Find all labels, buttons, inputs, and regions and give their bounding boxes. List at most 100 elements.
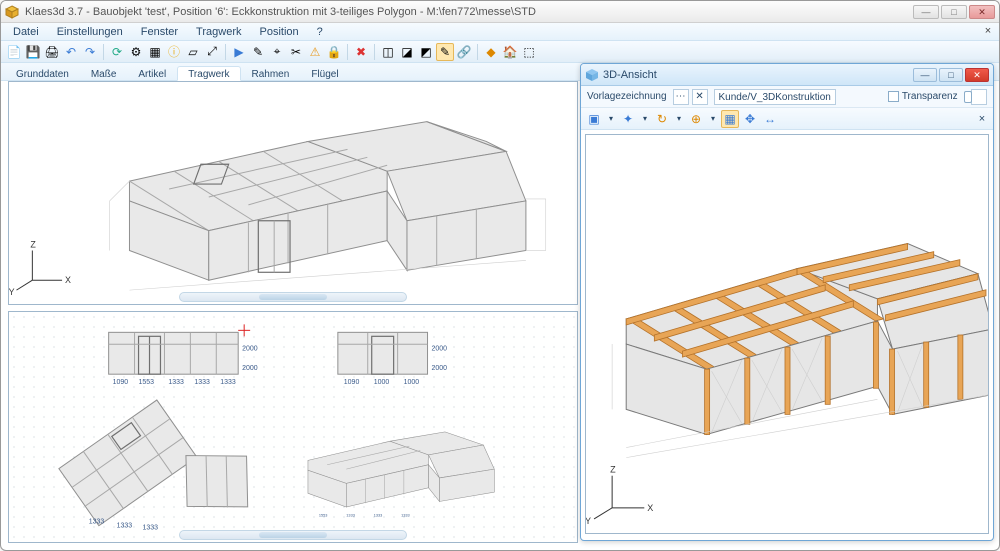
menu-tragwerk[interactable]: Tragwerk	[188, 25, 249, 39]
scrollbar-horizontal[interactable]	[179, 292, 406, 302]
tool-c-icon[interactable]: ✂	[287, 43, 305, 61]
panel-3d-title: 3D-Ansicht	[603, 69, 913, 81]
render-c-icon[interactable]: ⬚	[520, 43, 538, 61]
view-a-icon[interactable]: ◫	[379, 43, 397, 61]
tool-a-icon[interactable]: ✎	[249, 43, 267, 61]
layers-icon[interactable]: ▦	[146, 43, 164, 61]
viewport-isometric[interactable]: X Z Y	[8, 81, 578, 305]
svg-text:X: X	[65, 275, 71, 285]
svg-text:1333: 1333	[143, 525, 159, 532]
new-file-icon[interactable]: 📄	[5, 43, 23, 61]
svg-text:Z: Z	[30, 240, 36, 250]
transparenz-slider[interactable]	[964, 95, 965, 99]
panel-close-button[interactable]: ✕	[965, 68, 989, 82]
view-b-icon[interactable]: ◪	[398, 43, 416, 61]
rotate-icon[interactable]: ↻	[653, 110, 671, 128]
play-icon[interactable]: ▶	[230, 43, 248, 61]
cube-icon-dropdown[interactable]: ▾	[605, 110, 617, 128]
save-icon[interactable]: 💾	[24, 43, 42, 61]
svg-text:1000: 1000	[404, 379, 420, 386]
tab-rahmen[interactable]: Rahmen	[241, 66, 301, 80]
cube-icon	[585, 68, 599, 82]
transparenz-checkbox[interactable]: Transparenz	[888, 91, 958, 102]
panel-3d-titlebar[interactable]: 3D-Ansicht — □ ✕	[581, 64, 993, 86]
gear-icon[interactable]: ⚙	[127, 43, 145, 61]
render-a-icon[interactable]: ◆	[482, 43, 500, 61]
view-c-icon[interactable]: ◩	[417, 43, 435, 61]
window-title: Klaes3d 3.7 - Bauobjekt 'test', Position…	[25, 6, 913, 18]
menu-position[interactable]: Position	[251, 25, 306, 39]
panel-minimize-button[interactable]: —	[913, 68, 937, 82]
tool-b-icon[interactable]: ⌖	[268, 43, 286, 61]
svg-text:Y: Y	[586, 516, 591, 526]
pan-icon[interactable]: ↔	[761, 110, 779, 128]
orbit-icon-dropdown[interactable]: ▾	[707, 110, 719, 128]
menu-fenster[interactable]: Fenster	[133, 25, 186, 39]
main-titlebar: Klaes3d 3.7 - Bauobjekt 'test', Position…	[1, 1, 999, 23]
viewport-elevations[interactable]: 1090 1553 1333 1333 1333 2000 2000	[8, 311, 578, 543]
warn-icon[interactable]: ⚠	[306, 43, 324, 61]
svg-text:1553: 1553	[319, 513, 328, 517]
document-close-icon[interactable]: ×	[981, 25, 995, 39]
tab-maße[interactable]: Maße	[80, 66, 128, 80]
cube-icon[interactable]: ▣	[585, 110, 603, 128]
svg-text:Y: Y	[9, 287, 15, 297]
svg-text:1090: 1090	[113, 379, 129, 386]
link-icon[interactable]: 🔗	[455, 43, 473, 61]
svg-text:Z: Z	[610, 465, 616, 475]
menu-datei[interactable]: Datei	[5, 25, 47, 39]
menu-einstellungen[interactable]: Einstellungen	[49, 25, 131, 39]
svg-text:1090: 1090	[344, 379, 360, 386]
svg-text:1000: 1000	[374, 379, 390, 386]
svg-text:2000: 2000	[432, 345, 448, 352]
viewport-3d[interactable]: X Z Y	[585, 134, 989, 534]
rotate-icon-dropdown[interactable]: ▾	[673, 110, 685, 128]
grid-icon[interactable]: ▱	[184, 43, 202, 61]
delete-icon[interactable]: ✖	[352, 43, 370, 61]
svg-text:2000: 2000	[242, 345, 258, 352]
app-cube-icon	[5, 5, 19, 19]
main-toolbar: 📄💾🖨↶↷⟳⚙▦ⓘ▱⤢▶✎⌖✂⚠🔒✖◫◪◩✎🔗◆🏠⬚	[1, 41, 999, 63]
move-icon[interactable]: ✥	[741, 110, 759, 128]
scrollbar-horizontal[interactable]	[179, 530, 406, 540]
close-button[interactable]: ✕	[969, 5, 995, 19]
svg-text:1333: 1333	[220, 379, 236, 386]
svg-text:1333: 1333	[117, 523, 133, 530]
info-icon[interactable]: ⓘ	[165, 43, 183, 61]
toolbar-3d-close-icon[interactable]: ×	[975, 113, 989, 125]
view-icon[interactable]: ▦	[721, 110, 739, 128]
scale-icon[interactable]: ⤢	[203, 43, 221, 61]
print-icon[interactable]: 🖨	[43, 43, 61, 61]
svg-text:X: X	[647, 503, 653, 513]
svg-text:1333: 1333	[346, 513, 355, 517]
vorlage-browse-button[interactable]: ⋯	[673, 89, 689, 105]
slider-end-button[interactable]	[971, 89, 987, 105]
menu-help[interactable]: ?	[309, 25, 331, 39]
render-b-icon[interactable]: 🏠	[501, 43, 519, 61]
svg-text:1333: 1333	[401, 513, 410, 517]
svg-text:1333: 1333	[168, 379, 184, 386]
svg-text:1333: 1333	[194, 379, 210, 386]
svg-text:2000: 2000	[432, 365, 448, 372]
panel-3d-toolbar: ▣▾✦▾↻▾⊕▾▦✥↔×	[581, 108, 993, 130]
tab-tragwerk[interactable]: Tragwerk	[177, 66, 240, 81]
vorlage-field[interactable]: Kunde/V_3DKonstruktion	[714, 89, 836, 105]
orbit-icon[interactable]: ⊕	[687, 110, 705, 128]
svg-text:2000: 2000	[242, 365, 258, 372]
tab-flügel[interactable]: Flügel	[300, 66, 349, 80]
panel-3d-ansicht: 3D-Ansicht — □ ✕ Vorlagezeichnung ⋯ ✕ Ku…	[580, 63, 994, 541]
axis-icon-dropdown[interactable]: ▾	[639, 110, 651, 128]
redo-icon[interactable]: ↷	[81, 43, 99, 61]
tab-artikel[interactable]: Artikel	[127, 66, 177, 80]
tab-grunddaten[interactable]: Grunddaten	[5, 66, 80, 80]
vorlage-clear-button[interactable]: ✕	[692, 89, 708, 105]
lock-icon[interactable]: 🔒	[325, 43, 343, 61]
maximize-button[interactable]: □	[941, 5, 967, 19]
axis-icon[interactable]: ✦	[619, 110, 637, 128]
minimize-button[interactable]: —	[913, 5, 939, 19]
target-icon[interactable]: ✎	[436, 43, 454, 61]
panel-maximize-button[interactable]: □	[939, 68, 963, 82]
panel-3d-options: Vorlagezeichnung ⋯ ✕ Kunde/V_3DKonstrukt…	[581, 86, 993, 108]
undo-icon[interactable]: ↶	[62, 43, 80, 61]
refresh-icon[interactable]: ⟳	[108, 43, 126, 61]
